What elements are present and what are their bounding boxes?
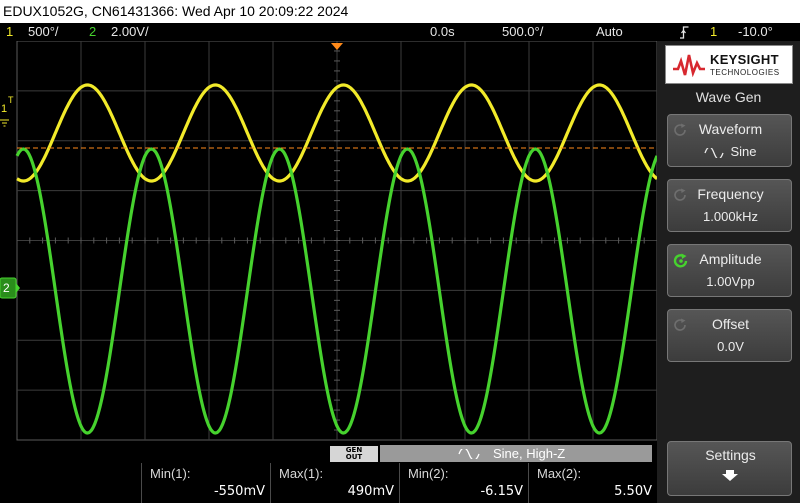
measurement-label: Min(1): bbox=[150, 466, 191, 481]
ch1-ground-marker[interactable] bbox=[0, 119, 9, 127]
menu-title: Wave Gen bbox=[695, 89, 762, 105]
wavegen-info: Sine, High-Z bbox=[380, 445, 652, 462]
keysight-wave-logo-icon bbox=[673, 54, 705, 77]
softkey-panel: KEYSIGHT TECHNOLOGIES Wave Gen Waveform … bbox=[657, 41, 800, 503]
measurement-min-ch2[interactable]: Min(2): -6.15V bbox=[399, 463, 527, 503]
amplitude-softkey[interactable]: Amplitude 1.00Vpp bbox=[667, 244, 792, 297]
arrow-down-icon bbox=[722, 470, 738, 481]
amplitude-label: Amplitude bbox=[699, 251, 762, 267]
keysight-logo: KEYSIGHT TECHNOLOGIES bbox=[665, 45, 793, 84]
measurement-max-ch1[interactable]: Max(1): 490mV bbox=[270, 463, 398, 503]
sine-wave-icon bbox=[704, 145, 725, 160]
offset-value: 0.0V bbox=[717, 339, 744, 354]
ch1-number[interactable]: 1 bbox=[6, 23, 13, 41]
frequency-label: Frequency bbox=[697, 186, 764, 202]
time-delay[interactable]: 0.0s bbox=[430, 23, 455, 41]
wavegen-status-bar: GEN OUT Sine, High-Z bbox=[0, 444, 657, 463]
settings-softkey[interactable]: Settings bbox=[667, 441, 792, 496]
measurement-max-ch2[interactable]: Max(2): 5.50V bbox=[528, 463, 656, 503]
offset-softkey[interactable]: Offset 0.0V bbox=[667, 309, 792, 362]
time-scale[interactable]: 500.0°/ bbox=[502, 23, 543, 41]
frequency-value: 1.000kHz bbox=[703, 209, 758, 224]
ch2-number[interactable]: 2 bbox=[89, 23, 96, 41]
waveform-label: Waveform bbox=[698, 121, 763, 137]
status-bar: 1 500°/ 2 2.00V/ 0.0s 500.0°/ Auto 1 -10… bbox=[0, 23, 800, 41]
ch2-marker: 2 bbox=[3, 281, 10, 295]
measurement-value: 490mV bbox=[347, 484, 394, 499]
measurement-value: -550mV bbox=[213, 484, 265, 499]
trigger-source[interactable]: 1 bbox=[710, 23, 717, 41]
settings-label: Settings bbox=[705, 447, 756, 463]
amplitude-value: 1.00Vpp bbox=[706, 274, 755, 289]
waveform-graticule: T 1 2 bbox=[0, 40, 659, 441]
ch1-marker: 1 bbox=[1, 103, 7, 115]
ch2-scale[interactable]: 2.00V/ bbox=[111, 23, 149, 41]
trigger-level[interactable]: -10.0° bbox=[738, 23, 773, 41]
gen-out-badge[interactable]: GEN OUT bbox=[330, 446, 378, 462]
measurement-label: Min(2): bbox=[408, 466, 449, 481]
wavegen-info-text: Sine, High-Z bbox=[493, 446, 566, 461]
measurement-bar: Min(1): -550mV Max(1): 490mV Min(2): -6.… bbox=[0, 463, 657, 503]
ch1-trigger-marker: T bbox=[8, 95, 14, 105]
measurement-value: 5.50V bbox=[614, 484, 652, 499]
waveform-value: Sine bbox=[668, 144, 793, 160]
measurement-label: Max(1): bbox=[279, 466, 324, 481]
sine-wave-icon bbox=[458, 449, 480, 459]
measurement-min-ch1[interactable]: Min(1): -550mV bbox=[141, 463, 269, 503]
measurement-label: Max(2): bbox=[537, 466, 582, 481]
frequency-softkey[interactable]: Frequency 1.000kHz bbox=[667, 179, 792, 232]
waveform-display[interactable]: T 1 2 bbox=[0, 40, 659, 444]
trigger-mode[interactable]: Auto bbox=[596, 23, 623, 41]
logo-subtitle: TECHNOLOGIES bbox=[710, 68, 780, 77]
waveform-softkey[interactable]: Waveform Sine bbox=[667, 114, 792, 167]
offset-label: Offset bbox=[711, 316, 750, 332]
logo-name: KEYSIGHT bbox=[710, 52, 779, 67]
window-title: EDUX1052G, CN61431366: Wed Apr 10 20:09:… bbox=[0, 0, 800, 23]
ch1-scale[interactable]: 500°/ bbox=[28, 23, 59, 41]
measurement-value: -6.15V bbox=[480, 484, 523, 499]
trigger-position-icon bbox=[331, 43, 343, 50]
